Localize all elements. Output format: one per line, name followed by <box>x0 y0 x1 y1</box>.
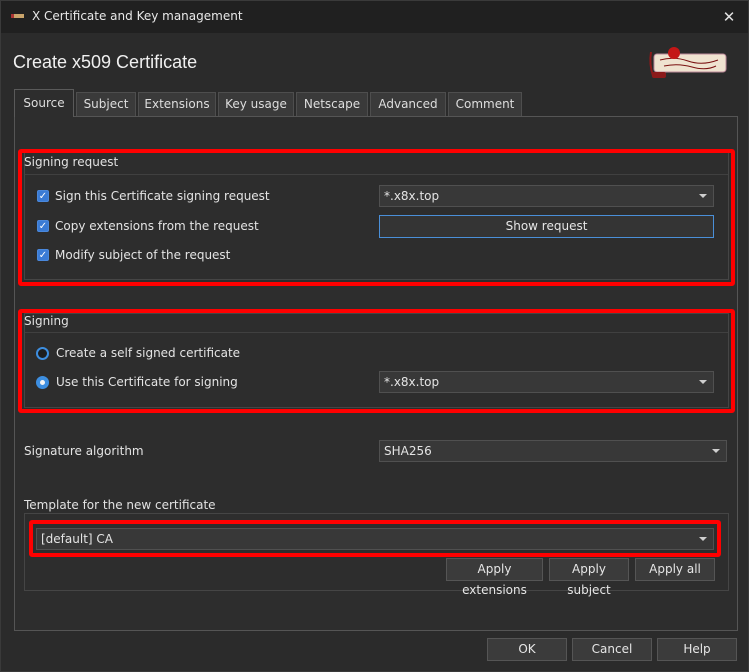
template-title: Template for the new certificate <box>24 498 216 512</box>
dialog-window: X Certificate and Key management ✕ Creat… <box>0 0 749 672</box>
checkbox-check-icon: ✓ <box>38 250 48 261</box>
apply-extensions-button[interactable]: Apply extensions <box>446 558 543 597</box>
checkbox-check-icon: ✓ <box>38 191 48 202</box>
tab-subject[interactable]: Subject <box>76 92 136 116</box>
page-title: Create x509 Certificate <box>13 52 198 72</box>
divider <box>25 332 728 333</box>
window-title: X Certificate and Key management <box>32 9 243 23</box>
self-signed-radio[interactable] <box>36 347 49 360</box>
chevron-down-icon <box>712 449 720 453</box>
sign-csr-label: Sign this Certificate signing request <box>55 189 270 203</box>
signing-request-title: Signing request <box>24 155 119 169</box>
tab-advanced[interactable]: Advanced <box>370 92 446 116</box>
request-select[interactable]: *.x8x.top <box>379 185 714 207</box>
modify-subject-checkbox[interactable]: ✓ <box>37 249 49 261</box>
signature-algorithm-label: Signature algorithm <box>24 444 144 458</box>
logo-scroll-icon <box>649 47 727 78</box>
apply-all-button[interactable]: Apply all <box>635 558 715 581</box>
copy-extensions-checkbox[interactable]: ✓ <box>37 220 49 232</box>
title-bar[interactable]: X Certificate and Key management ✕ <box>1 1 748 33</box>
ok-button[interactable]: OK <box>487 638 567 661</box>
signing-cert-select[interactable]: *.x8x.top <box>379 371 714 393</box>
tab-key-usage[interactable]: Key usage <box>218 92 294 116</box>
help-button[interactable]: Help <box>657 638 737 661</box>
signing-title: Signing <box>24 314 69 328</box>
chevron-down-icon <box>699 380 707 384</box>
tab-source[interactable]: Source <box>14 89 74 117</box>
app-icon <box>11 14 24 18</box>
copy-extensions-label: Copy extensions from the request <box>55 219 259 233</box>
show-request-button[interactable]: Show request <box>379 215 714 238</box>
close-button[interactable]: ✕ <box>714 3 744 31</box>
chevron-down-icon <box>699 194 707 198</box>
divider <box>25 174 728 175</box>
tab-comment[interactable]: Comment <box>448 92 522 116</box>
checkbox-check-icon: ✓ <box>38 221 48 232</box>
sign-csr-checkbox[interactable]: ✓ <box>37 190 49 202</box>
chevron-down-icon <box>699 537 707 541</box>
use-cert-label: Use this Certificate for signing <box>56 375 238 389</box>
close-icon: ✕ <box>722 8 736 26</box>
modify-subject-label: Modify subject of the request <box>55 248 231 262</box>
signing-group <box>24 313 729 408</box>
use-cert-radio[interactable] <box>36 376 49 389</box>
template-select[interactable]: [default] CA <box>36 528 714 550</box>
tab-netscape[interactable]: Netscape <box>296 92 368 116</box>
apply-subject-button[interactable]: Apply subject <box>549 558 629 597</box>
tab-extensions[interactable]: Extensions <box>138 92 216 116</box>
signature-algorithm-select[interactable]: SHA256 <box>379 440 727 462</box>
cancel-button[interactable]: Cancel <box>572 638 652 661</box>
self-signed-label: Create a self signed certificate <box>56 346 241 360</box>
